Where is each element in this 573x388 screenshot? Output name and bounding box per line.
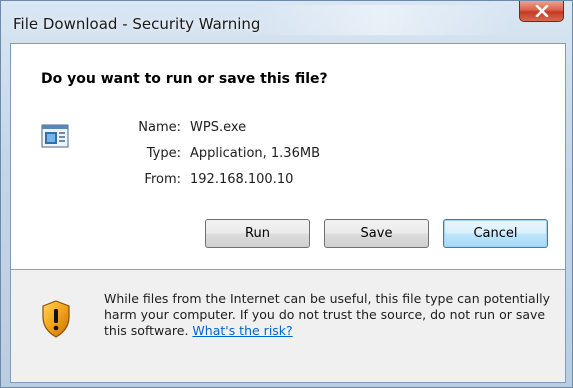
- dialog-content: Do you want to run or save this file? Na…: [10, 43, 566, 383]
- save-button[interactable]: Save: [324, 219, 429, 248]
- warning-text: While files from the Internet can be use…: [104, 291, 551, 338]
- file-name-value: WPS.exe: [190, 120, 247, 135]
- file-type-value: Application, 1.36MB: [190, 146, 320, 161]
- window-title: File Download - Security Warning: [13, 15, 261, 33]
- security-warning-message: While files from the Internet can be use…: [104, 291, 559, 339]
- name-label: Name:: [138, 120, 181, 135]
- file-download-dialog: File Download - Security Warning Do you …: [0, 0, 573, 388]
- close-button[interactable]: [519, 1, 564, 22]
- application-file-icon: [41, 124, 69, 148]
- whats-the-risk-link[interactable]: What's the risk?: [192, 323, 292, 338]
- title-bar-glass: [251, 5, 511, 35]
- title-bar[interactable]: File Download - Security Warning: [1, 1, 572, 43]
- dialog-question: Do you want to run or save this file?: [41, 71, 328, 87]
- cancel-button[interactable]: Cancel: [443, 219, 548, 248]
- from-label: From:: [144, 172, 181, 187]
- type-label: Type:: [146, 146, 181, 161]
- file-source-value: 192.168.100.10: [190, 172, 294, 187]
- security-shield-warning-icon: [42, 300, 70, 338]
- close-icon: [535, 5, 548, 17]
- run-button[interactable]: Run: [205, 219, 310, 248]
- warning-footer: While files from the Internet can be use…: [11, 270, 565, 382]
